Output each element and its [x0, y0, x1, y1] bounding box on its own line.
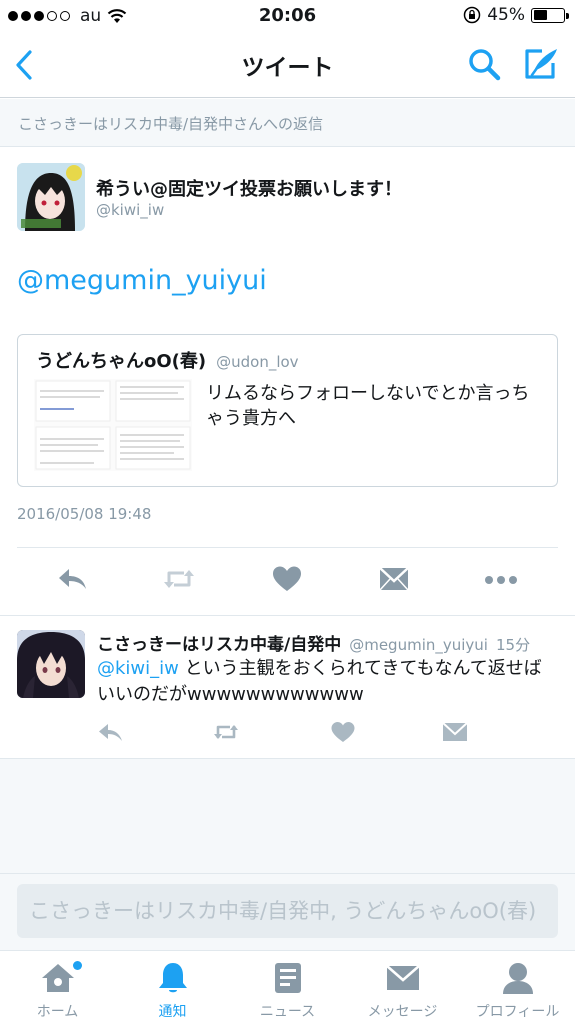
like-icon[interactable] [270, 564, 304, 594]
avatar[interactable] [17, 163, 85, 231]
author-name[interactable]: 希うい@固定ツイ投票お願いします！ [96, 175, 402, 201]
quote-author-name: うどんちゃんoO(春) [36, 351, 207, 372]
avatar[interactable] [17, 630, 85, 698]
reply-header: こさっきーはリスカ中毒/自発中 @megumin_yuiyui 15分 [97, 630, 530, 655]
direct-message-icon[interactable] [441, 720, 469, 744]
rotation-lock-icon [463, 6, 481, 24]
quote-header: うどんちゃんoO(春) @udon_lov [36, 347, 299, 373]
person-icon [502, 963, 533, 994]
reply-icon[interactable] [97, 720, 125, 744]
news-icon [274, 963, 301, 993]
tweet-text[interactable]: @megumin_yuiyui [17, 265, 267, 296]
retweet-icon[interactable] [212, 720, 240, 744]
tab-home[interactable]: ホーム [0, 951, 115, 1024]
retweet-icon[interactable] [162, 564, 196, 594]
quote-author-handle: @udon_lov [216, 353, 299, 371]
quote-text: リムるならフォローしないでとか言っちゃう貴方へ [206, 383, 530, 429]
like-icon[interactable] [329, 720, 357, 744]
mention-link[interactable]: @kiwi_iw [97, 658, 179, 679]
tab-news[interactable]: ニュース [230, 951, 345, 1024]
author-handle[interactable]: @kiwi_iw [96, 201, 164, 219]
tab-bar: ホーム 通知 ニュース メッセージ プロフィール [0, 950, 575, 1024]
home-icon [41, 964, 74, 992]
status-bar: au 20:06 45% [0, 0, 575, 34]
battery-percent: 45% [487, 5, 525, 25]
direct-message-icon[interactable] [377, 564, 411, 594]
quoted-tweet-card[interactable]: うどんちゃんoO(春) @udon_lov リムるならフォローしないでとか言っち… [17, 334, 558, 487]
reply-timestamp: 15分 [495, 636, 531, 654]
tab-label: ニュース [259, 1004, 316, 1020]
tab-label: 通知 [158, 1004, 187, 1020]
avatar-image [17, 630, 85, 698]
envelope-icon [385, 965, 420, 990]
nav-bar: ツイート [0, 34, 575, 98]
tab-messages[interactable]: メッセージ [345, 951, 460, 1024]
tab-notifications[interactable]: 通知 [115, 951, 230, 1024]
reply-tweet[interactable]: こさっきーはリスカ中毒/自発中 @megumin_yuiyui 15分 @kiw… [0, 616, 575, 758]
quote-thumbnail [34, 379, 192, 471]
notification-dot [73, 961, 82, 970]
reply-text: @kiwi_iw という主観をおくられてきてもなんて返せばいいのだがwwwwww… [97, 656, 557, 708]
reply-author-name[interactable]: こさっきーはリスカ中毒/自発中 [97, 630, 341, 655]
tab-label: プロフィール [475, 1004, 560, 1020]
empty-area [0, 759, 575, 873]
reply-author-handle[interactable]: @megumin_yuiyui [349, 636, 488, 654]
tweet-timestamp[interactable]: 2016/05/08 19:48 [17, 505, 151, 523]
tab-label: メッセージ [367, 1004, 438, 1020]
reply-composer [0, 873, 575, 950]
more-icon[interactable] [484, 564, 518, 594]
compose-icon[interactable] [522, 46, 560, 82]
reply-icon[interactable] [56, 564, 90, 594]
main-tweet: 希うい@固定ツイ投票お願いします！ @kiwi_iw @megumin_yuiy… [0, 147, 575, 615]
reply-context[interactable]: こさっきーはリスカ中毒/自発中さんへの返信 [0, 99, 575, 147]
battery-fill [533, 10, 547, 20]
avatar-image [17, 163, 85, 231]
tweet-actions [0, 560, 575, 600]
tab-label: ホーム [36, 1004, 79, 1020]
divider [17, 547, 558, 548]
tab-profile[interactable]: プロフィール [460, 951, 575, 1024]
search-icon[interactable] [466, 46, 502, 82]
battery-icon [531, 7, 569, 23]
status-right: 45% [463, 5, 569, 25]
bell-icon [158, 963, 187, 993]
reply-input[interactable] [17, 884, 558, 938]
reply-tweet-actions [0, 718, 575, 748]
